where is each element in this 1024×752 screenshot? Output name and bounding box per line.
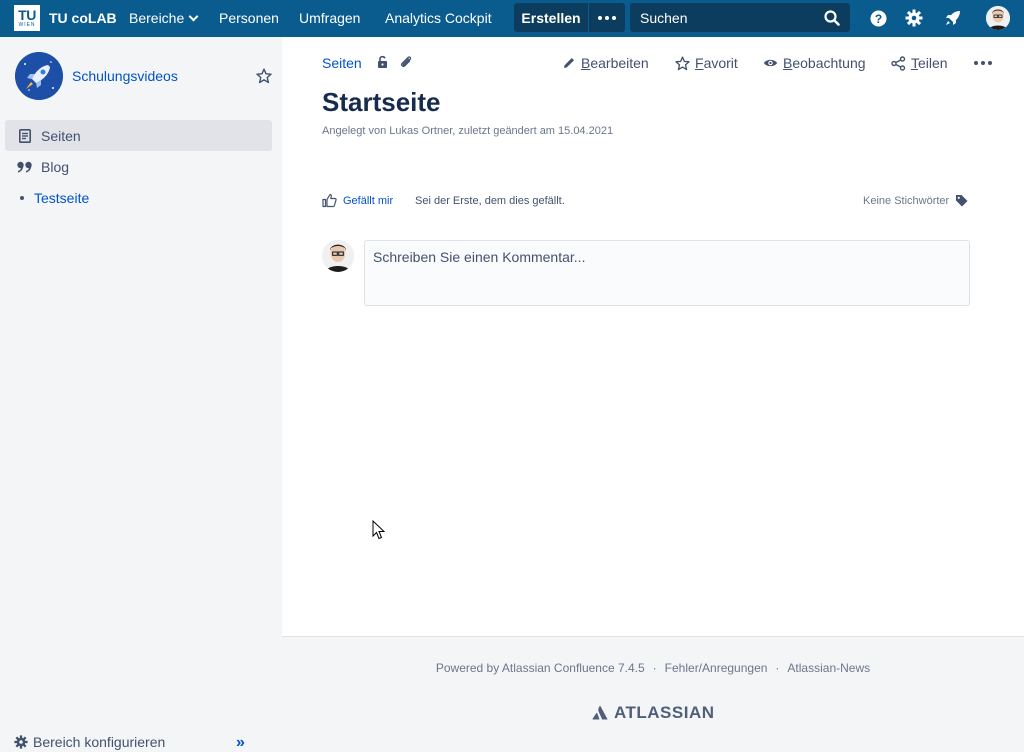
tag-icon: [956, 195, 968, 207]
favorite-label: Favorit: [695, 55, 738, 71]
main-content: Seiten Bearbeiten Favorit Beobachtung Te…: [282, 37, 1024, 636]
footer-links: Powered by Atlassian Confluence 7.4.5 · Fe…: [282, 661, 1024, 675]
nav-item-bereiche[interactable]: Bereiche: [129, 10, 199, 26]
create-button[interactable]: Erstellen: [514, 3, 588, 32]
star-icon[interactable]: [256, 68, 272, 87]
atlassian-wordmark: ATLASSIAN: [614, 703, 715, 722]
page-tree-item-label: Testseite: [34, 190, 90, 206]
sidebar: Schulungsvideos Seiten Blog Testseite Be…: [0, 37, 282, 752]
gear-icon: [14, 735, 28, 749]
favorite-button[interactable]: Favorit: [675, 55, 738, 71]
page-tree-item-testseite[interactable]: Testseite: [20, 190, 89, 206]
comment-input[interactable]: Schreiben Sie einen Kommentar...: [364, 240, 970, 306]
sidebar-item-label: Blog: [41, 158, 70, 175]
watch-button[interactable]: Beobachtung: [763, 55, 866, 71]
like-label: Gefällt mir: [343, 194, 394, 207]
page-icon: [17, 128, 33, 144]
quote-icon: [17, 159, 33, 175]
labels-area[interactable]: Keine Stichwörter: [863, 194, 968, 207]
pencil-icon: [564, 58, 574, 68]
nav-item-analytics-cockpit[interactable]: Analytics Cockpit: [385, 10, 492, 26]
page-byline: Angelegt von Lukas Ortner, zuletzt geänd…: [322, 125, 614, 137]
rocket-icon[interactable]: [944, 9, 962, 27]
mouse-cursor-icon: [372, 519, 386, 543]
atlassian-news-link[interactable]: Atlassian-News: [787, 661, 870, 675]
logo-subtext: WIEN: [18, 22, 36, 28]
brand-name[interactable]: TU coLAB: [49, 10, 117, 26]
user-avatar[interactable]: [986, 6, 1010, 30]
share-button[interactable]: Teilen: [891, 55, 948, 71]
more-actions-icon[interactable]: [974, 61, 992, 65]
breadcrumb-seiten[interactable]: Seiten: [322, 55, 362, 71]
like-button[interactable]: Gefällt mir: [322, 193, 393, 208]
top-navigation: TU WIEN TU coLAB Bereiche Personen Umfra…: [0, 0, 1024, 37]
help-icon[interactable]: ?: [869, 9, 887, 27]
svg-text:?: ?: [874, 12, 881, 26]
atlassian-icon: [592, 705, 608, 720]
share-label: Teilen: [911, 55, 948, 71]
chevron-down-icon: [188, 11, 199, 22]
sidebar-item-blog[interactable]: Blog: [5, 151, 272, 182]
attachment-icon[interactable]: [399, 55, 413, 72]
like-summary: Sei der Erste, dem dies gefällt.: [415, 195, 565, 207]
create-more-button[interactable]: [589, 3, 625, 32]
eye-icon: [763, 59, 778, 67]
powered-by-link[interactable]: Powered by Atlassian Confluence 7.4.5: [436, 661, 645, 675]
footer-separator: ·: [652, 661, 657, 675]
tu-wien-logo[interactable]: TU WIEN: [14, 5, 40, 31]
feedback-link[interactable]: Fehler/Anregungen: [665, 661, 768, 675]
sidebar-item-seiten[interactable]: Seiten: [5, 120, 272, 151]
bullet-icon: [20, 196, 24, 200]
configure-space-label: Bereich konfigurieren: [33, 734, 166, 750]
nav-item-label: Bereiche: [129, 10, 185, 26]
edit-label: Bearbeiten: [581, 55, 649, 71]
more-dots-icon: [598, 15, 616, 20]
collapse-sidebar-icon[interactable]: »: [236, 734, 245, 752]
star-icon: [675, 55, 690, 70]
sidebar-item-label: Seiten: [41, 127, 81, 144]
edit-button[interactable]: Bearbeiten: [562, 55, 649, 71]
search-icon[interactable]: [824, 10, 840, 29]
space-name-link[interactable]: Schulungsvideos: [72, 68, 178, 84]
watch-label: Beobachtung: [783, 55, 866, 71]
nav-item-umfragen[interactable]: Umfragen: [299, 10, 360, 26]
nav-item-personen[interactable]: Personen: [219, 10, 279, 26]
page-title: Startseite: [322, 87, 441, 117]
thumbs-up-icon: [322, 193, 337, 208]
logo-text: TU: [18, 7, 36, 23]
page-footer: Powered by Atlassian Confluence 7.4.5 · Fe…: [282, 636, 1024, 752]
gear-icon[interactable]: [905, 9, 923, 27]
search-box[interactable]: [630, 3, 850, 32]
unlock-icon[interactable]: [376, 55, 390, 72]
space-logo[interactable]: [15, 52, 63, 100]
atlassian-logo[interactable]: ATLASSIAN: [592, 703, 715, 723]
share-icon: [891, 55, 906, 71]
configure-space-button[interactable]: Bereich konfigurieren: [14, 734, 165, 750]
commenter-avatar: [322, 240, 354, 272]
footer-separator: ·: [775, 661, 780, 675]
labels-text: Keine Stichwörter: [863, 194, 950, 207]
search-input[interactable]: [640, 9, 820, 26]
